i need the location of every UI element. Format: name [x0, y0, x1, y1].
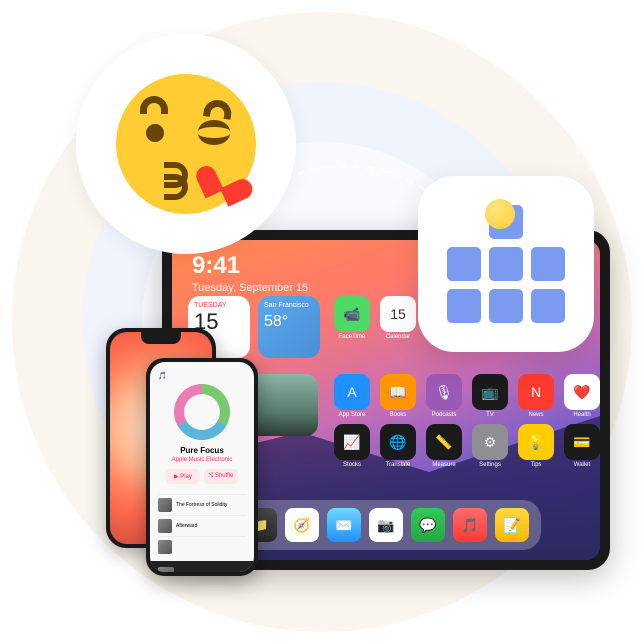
app-label: App Store [339, 412, 366, 418]
app-label: Wallet [574, 462, 590, 468]
app-wallet[interactable]: 💳Wallet [564, 424, 600, 460]
app-label: Health [573, 412, 590, 418]
weather-temp: 58° [264, 313, 314, 331]
app-ball-icon [485, 199, 515, 229]
weather-loc: San Francisco [264, 302, 314, 309]
app-calendar[interactable]: 15Calendar [380, 296, 416, 332]
emoji-bubble [76, 34, 296, 254]
dock-app[interactable]: 📷 [369, 508, 403, 542]
playlist-title: Pure Focus [158, 446, 246, 455]
track-list: The Fortress of SolidityAfterward [150, 490, 254, 561]
app-label: Translate [386, 462, 411, 468]
app-label: News [528, 412, 543, 418]
ipad-apps-row3: AApp Store 📖Books 🎙Podcasts 📺TV NNews ❤️Healt… [334, 374, 600, 410]
dock-app[interactable]: 💬 [411, 508, 445, 542]
ipad-status: 9:41 Tuesday, September 15 [192, 252, 308, 294]
app-label: Tips [530, 462, 541, 468]
app-translate[interactable]: 🌐Translate [380, 424, 416, 460]
app-tips[interactable]: 💡Tips [518, 424, 554, 460]
playlist-subtitle: Apple Music Electronic [158, 457, 246, 463]
app-label: Podcasts [432, 412, 457, 418]
track-row[interactable] [158, 536, 246, 557]
app-news[interactable]: NNews [518, 374, 554, 410]
shuffle-button[interactable]: ⤭ Shuffle [204, 469, 238, 484]
app-label: Calendar [386, 334, 410, 340]
app-grid-icon [447, 205, 565, 323]
app-measure[interactable]: 📏Measure [426, 424, 462, 460]
app-label: Books [390, 412, 407, 418]
cal-day: TUESDAY [194, 302, 244, 309]
music-header: 🎵 Pure Focus Apple Music Electronic ▶ Pl… [150, 362, 254, 490]
playlist-art [174, 384, 230, 440]
app-card [418, 176, 594, 352]
app-tv[interactable]: 📺TV [472, 374, 508, 410]
dock-app[interactable]: ✉️ [327, 508, 361, 542]
app-podcasts[interactable]: 🎙Podcasts [426, 374, 462, 410]
ipad-dock: 📁🧭✉️📷💬🎵📝 [231, 500, 541, 550]
dock-app[interactable]: 🧭 [285, 508, 319, 542]
ipad-apps-row4: 📈Stocks 🌐Translate 📏Measure ⚙Settings 💡Tips 💳… [334, 424, 600, 460]
iphone-notch [141, 332, 181, 344]
app-health[interactable]: ❤️Health [564, 374, 600, 410]
app-label: Settings [479, 462, 501, 468]
weather-widget[interactable]: San Francisco 58° [258, 296, 320, 358]
iphone-music-screen: 🎵 Pure Focus Apple Music Electronic ▶ Pl… [150, 362, 254, 572]
app-facetime[interactable]: 📹FaceTime [334, 296, 370, 332]
track-row[interactable]: The Fortress of Solidity [158, 494, 246, 515]
dock-app[interactable]: 🎵 [453, 508, 487, 542]
app-label: TV [486, 412, 494, 418]
ipad-time: 9:41 [192, 252, 308, 280]
kiss-emoji-icon [116, 74, 256, 214]
track-row[interactable]: Afterward [158, 515, 246, 536]
ipad-date: Tuesday, September 15 [192, 282, 308, 294]
app-stocks[interactable]: 📈Stocks [334, 424, 370, 460]
iphone-front-device: 🎵 Pure Focus Apple Music Electronic ▶ Pl… [146, 358, 258, 576]
now-playing-bar[interactable]: ▶ ▶▶ [150, 561, 254, 572]
app-settings[interactable]: ⚙Settings [472, 424, 508, 460]
app-label: Measure [432, 462, 455, 468]
app-label: FaceTime [339, 334, 365, 340]
play-button[interactable]: ▶ Play [166, 469, 200, 484]
app-books[interactable]: 📖Books [380, 374, 416, 410]
dock-app[interactable]: 📝 [495, 508, 529, 542]
app-label: Stocks [343, 462, 361, 468]
app-app-store[interactable]: AApp Store [334, 374, 370, 410]
